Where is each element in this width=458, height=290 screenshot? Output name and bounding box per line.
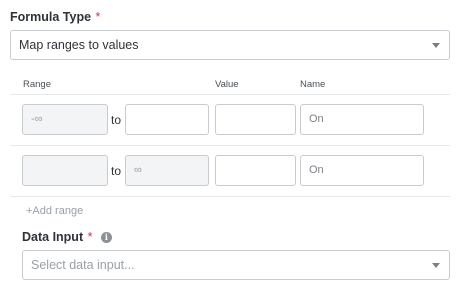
data-input-label-text: Data Input xyxy=(22,230,84,244)
row-divider xyxy=(10,145,450,146)
required-mark: * xyxy=(87,230,93,244)
range-to-connector: to xyxy=(111,113,122,127)
range-to-connector: to xyxy=(111,164,122,178)
range-to-value: ∞ xyxy=(134,164,142,176)
data-input-label: Data Input * i xyxy=(22,230,112,244)
range-name-placeholder: On xyxy=(309,164,324,176)
name-column-header: Name xyxy=(300,79,326,90)
data-input-select[interactable]: Select data input... xyxy=(22,250,450,280)
range-from-input: -∞ xyxy=(22,104,108,135)
row-divider xyxy=(10,94,450,95)
data-input-placeholder: Select data input... xyxy=(31,258,135,272)
range-column-header: Range xyxy=(23,79,51,90)
chevron-down-icon xyxy=(432,263,440,268)
info-icon[interactable]: i xyxy=(100,232,112,243)
range-name-placeholder: On xyxy=(309,113,324,125)
range-value-input[interactable] xyxy=(215,104,296,135)
formula-type-select[interactable]: Map ranges to values xyxy=(10,30,450,60)
formula-type-selected-value: Map ranges to values xyxy=(19,38,139,52)
range-to-input: ∞ xyxy=(125,155,209,186)
formula-type-label-text: Formula Type xyxy=(10,10,92,24)
range-name-input[interactable]: On xyxy=(300,155,424,186)
row-divider xyxy=(10,196,450,197)
range-from-value: -∞ xyxy=(31,113,43,125)
range-value-input[interactable] xyxy=(215,155,296,186)
required-mark: * xyxy=(95,10,101,24)
ranges-panel: Range Value Name -∞ to On to ∞ On +Add r… xyxy=(10,70,450,226)
range-name-input[interactable]: On xyxy=(300,104,424,135)
chevron-down-icon xyxy=(432,43,440,48)
value-column-header: Value xyxy=(215,79,239,90)
range-from-input xyxy=(22,155,108,186)
add-range-button[interactable]: +Add range xyxy=(26,205,83,217)
formula-type-label: Formula Type * xyxy=(10,10,100,24)
range-to-input[interactable] xyxy=(125,104,209,135)
